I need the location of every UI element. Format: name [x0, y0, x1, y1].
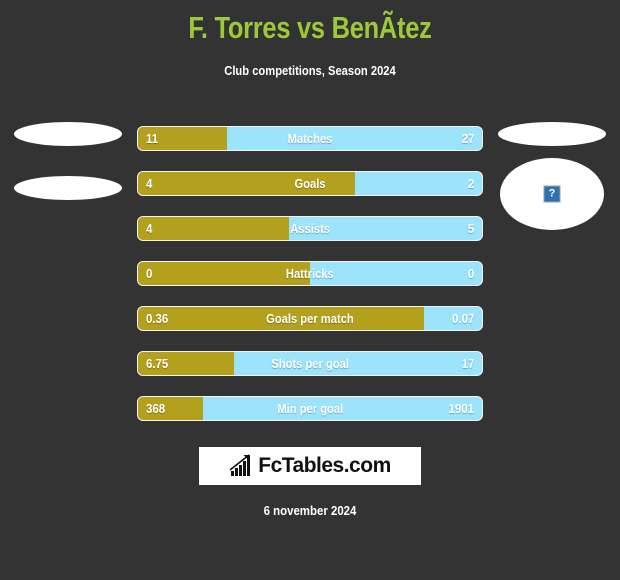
stat-label-text: Min per goal [277, 401, 343, 416]
stat-away-value: 5 [467, 221, 474, 236]
stat-label: Goals [138, 172, 482, 195]
stat-away-value: 17 [461, 356, 474, 371]
stat-label-text: Hattricks [286, 266, 334, 281]
stat-label-text: Shots per goal [271, 356, 349, 371]
stat-row: 11 Matches 27 [137, 126, 483, 151]
fctables-logo[interactable]: FcTables.com [199, 447, 421, 485]
home-photo-ellipse-bottom [14, 176, 122, 200]
bar-chart-growth-icon [229, 454, 251, 476]
stat-away-value: 0.07 [451, 311, 474, 326]
stat-label: Matches [138, 127, 482, 150]
footer-date: 6 november 2024 [263, 503, 357, 518]
stat-label: Goals per match [138, 307, 482, 330]
stat-label: Min per goal [138, 397, 482, 420]
stat-label: Hattricks [138, 262, 482, 285]
stat-row: 4 Assists 5 [137, 216, 483, 241]
stat-label-text: Goals [294, 176, 326, 191]
stat-away-value: 1901 [448, 401, 474, 416]
stat-label-text: Matches [287, 131, 333, 146]
home-photo-ellipse-top [14, 122, 122, 146]
broken-image-icon: ? [543, 185, 561, 203]
away-photo-ellipse-top [498, 122, 606, 146]
page-title: F. Torres vs BenÃtez [188, 10, 432, 45]
page-subtitle: Club competitions, Season 2024 [224, 63, 396, 78]
stat-row: 0.36 Goals per match 0.07 [137, 306, 483, 331]
stat-away-value: 0 [467, 266, 474, 281]
stat-row: 368 Min per goal 1901 [137, 396, 483, 421]
stat-label-text: Assists [290, 221, 330, 236]
stat-label: Assists [138, 217, 482, 240]
home-player-photo [8, 110, 128, 200]
fctables-logo-text: FcTables.com [258, 454, 391, 477]
stat-away-value: 2 [467, 176, 474, 191]
stat-row: 6.75 Shots per goal 17 [137, 351, 483, 376]
away-player-photo: ? [492, 110, 612, 230]
away-photo-ellipse-bottom: ? [500, 158, 604, 230]
stat-row: 0 Hattricks 0 [137, 261, 483, 286]
stat-label: Shots per goal [138, 352, 482, 375]
stat-label-text: Goals per match [266, 311, 354, 326]
stat-comparison-page: F. Torres vs BenÃtez Club competitions, … [0, 0, 620, 580]
stat-away-value: 27 [461, 131, 474, 146]
stats-list: 11 Matches 27 4 Goals 2 4 Assists 5 0 Hattricks 0 0.… [137, 126, 483, 441]
stat-row: 4 Goals 2 [137, 171, 483, 196]
